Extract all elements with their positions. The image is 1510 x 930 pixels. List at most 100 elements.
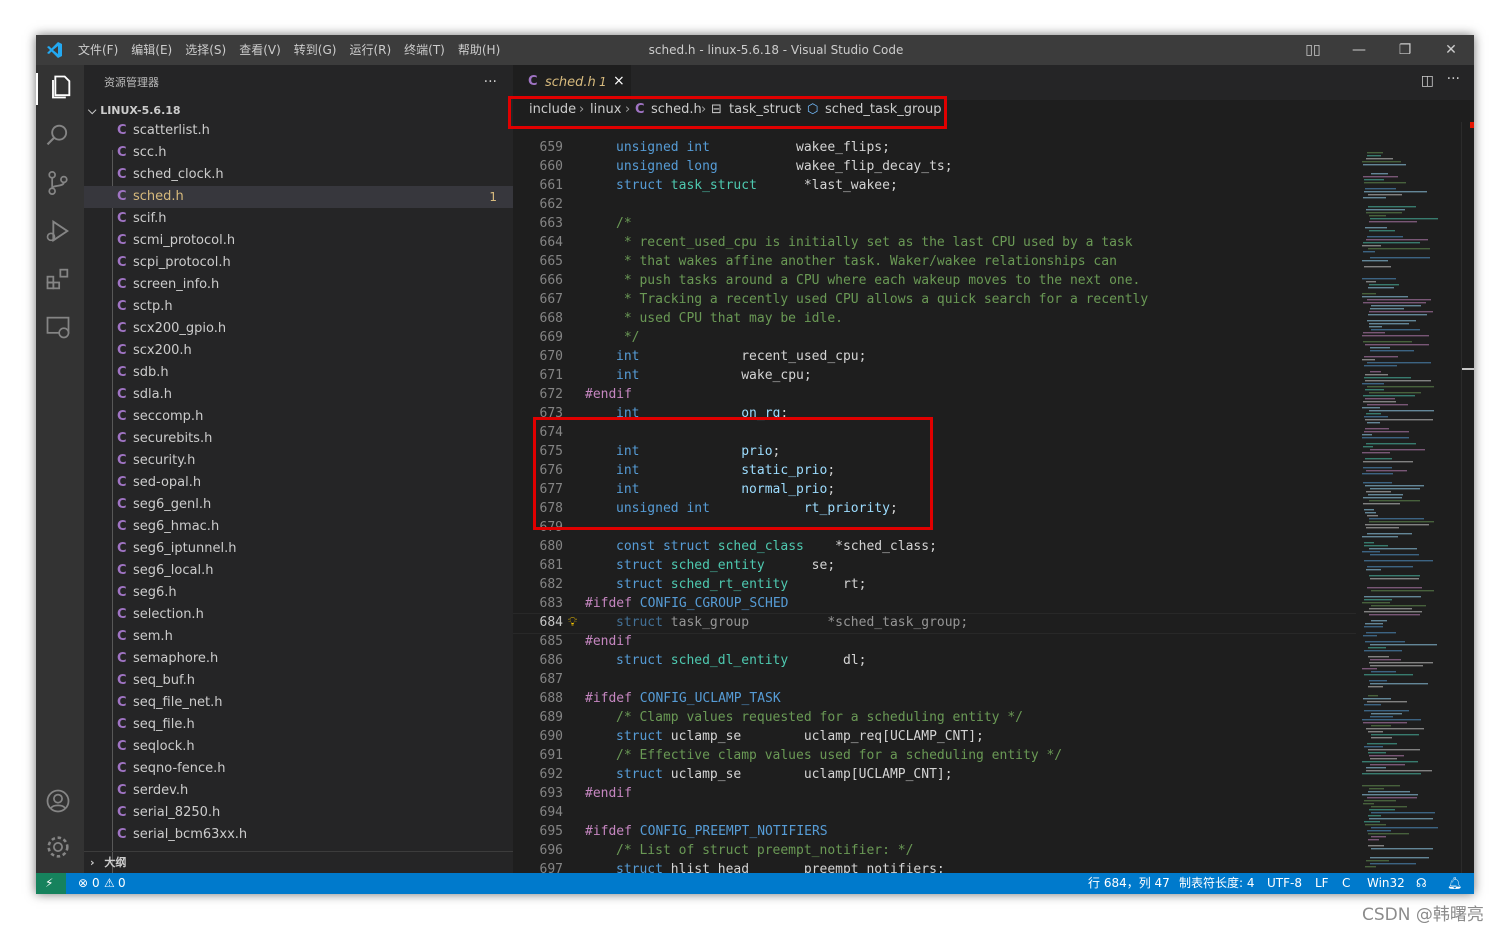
code-line[interactable]: 666 * push tasks around a CPU where each… xyxy=(513,271,1356,290)
end-of-line[interactable]: LF xyxy=(1315,873,1329,894)
search-icon[interactable] xyxy=(44,121,76,153)
file-item[interactable]: Cseq_buf.h xyxy=(84,670,513,692)
code-line[interactable]: 661 struct task_struct *last_wakee; xyxy=(513,176,1356,195)
file-item[interactable]: Cseccomp.h xyxy=(84,406,513,428)
extensions-icon[interactable] xyxy=(44,265,76,297)
code-line[interactable]: 695 #ifdef CONFIG_PREEMPT_NOTIFIERS xyxy=(513,822,1356,841)
menu-edit[interactable]: 编辑(E) xyxy=(131,35,179,65)
file-item[interactable]: Cscx200_gpio.h xyxy=(84,318,513,340)
file-item[interactable]: Csdb.h xyxy=(84,362,513,384)
code-line[interactable]: 688 #ifdef CONFIG_UCLAMP_TASK xyxy=(513,689,1356,708)
code-line[interactable]: 683 #ifdef CONFIG_CGROUP_SCHED xyxy=(513,594,1356,613)
code-line[interactable]: 667 * Tracking a recently used CPU allow… xyxy=(513,290,1356,309)
file-item[interactable]: Csctp.h xyxy=(84,296,513,318)
code-line[interactable]: 681 struct sched_entity se; xyxy=(513,556,1356,575)
file-item[interactable]: Cseg6_hmac.h xyxy=(84,516,513,538)
code-line[interactable]: 670 int recent_used_cpu; xyxy=(513,347,1356,366)
code-line[interactable]: 662 xyxy=(513,195,1356,214)
file-item[interactable]: Csed-opal.h xyxy=(84,472,513,494)
run-debug-icon[interactable] xyxy=(44,217,76,249)
file-item[interactable]: Cseqlock.h xyxy=(84,736,513,758)
layout-toggle-icon[interactable]: ▯▯ xyxy=(1290,35,1336,65)
code-line[interactable]: 689 /* Clamp values requested for a sched… xyxy=(513,708,1356,727)
file-item[interactable]: Cscpi_protocol.h xyxy=(84,252,513,274)
menu-selection[interactable]: 选择(S) xyxy=(185,35,233,65)
file-item[interactable]: Cseg6_local.h xyxy=(84,560,513,582)
error-icon[interactable]: ⊗ xyxy=(78,873,88,894)
outline-section[interactable]: › 大纲 xyxy=(84,851,513,874)
close-window-button[interactable]: ✕ xyxy=(1428,35,1474,65)
explorer-icon[interactable] xyxy=(36,73,78,105)
file-item[interactable]: Cscreen_info.h xyxy=(84,274,513,296)
menu-help[interactable]: 帮助(H) xyxy=(458,35,507,65)
code-line[interactable]: 691 /* Effective clamp values used for a … xyxy=(513,746,1356,765)
settings-gear-icon[interactable] xyxy=(44,833,76,865)
file-item[interactable]: Csecurity.h xyxy=(84,450,513,472)
platform[interactable]: Win32 xyxy=(1367,873,1405,894)
notifications-bell-icon[interactable]: 🔔︎ xyxy=(1447,873,1462,894)
file-item[interactable]: Cscatterlist.h xyxy=(84,120,513,142)
code-line[interactable]: 687 xyxy=(513,670,1356,689)
code-line[interactable]: 668 * used CPU that may be idle. xyxy=(513,309,1356,328)
file-item[interactable]: Cserial_bcm63xx.h xyxy=(84,824,513,846)
file-item[interactable]: Cserdev.h xyxy=(84,780,513,802)
minimize-button[interactable]: — xyxy=(1336,35,1382,65)
file-item[interactable]: Csched_clock.h xyxy=(84,164,513,186)
encoding[interactable]: UTF-8 xyxy=(1267,873,1302,894)
code-line[interactable]: 697 struct hlist_head preempt_notifiers; xyxy=(513,860,1356,873)
file-item[interactable]: Cseq_file_net.h xyxy=(84,692,513,714)
workspace-root-folder[interactable]: ⌵ LINUX-5.6.18 xyxy=(88,100,181,122)
menu-go[interactable]: 转到(G) xyxy=(294,35,344,65)
cursor-position[interactable]: 行 684，列 47 xyxy=(1088,873,1170,894)
code-line[interactable]: 696 /* List of struct preempt_notifier: *… xyxy=(513,841,1356,860)
file-item[interactable]: Cseg6.h xyxy=(84,582,513,604)
remote-indicator[interactable]: ⚡ xyxy=(36,873,66,894)
menu-terminal[interactable]: 终端(T) xyxy=(404,35,452,65)
menu-run[interactable]: 运行(R) xyxy=(349,35,398,65)
file-item[interactable]: Csemaphore.h xyxy=(84,648,513,670)
tab-sched-h[interactable]: C sched.h 1 × xyxy=(513,65,631,100)
code-line[interactable]: 682 struct sched_rt_entity rt; xyxy=(513,575,1356,594)
remote-explorer-icon[interactable] xyxy=(44,313,76,345)
code-line[interactable]: 686 struct sched_dl_entity dl; xyxy=(513,651,1356,670)
explorer-more-actions[interactable]: ··· xyxy=(484,65,497,100)
code-line[interactable]: 692 struct uclamp_se uclamp[UCLAMP_CNT]; xyxy=(513,765,1356,784)
file-item[interactable]: Cseg6_iptunnel.h xyxy=(84,538,513,560)
code-line[interactable]: 665 * that wakes affine another task. Wa… xyxy=(513,252,1356,271)
error-count[interactable]: 0 xyxy=(92,873,100,894)
menu-file[interactable]: 文件(F) xyxy=(78,35,125,65)
warning-icon[interactable]: ⚠ xyxy=(104,873,115,894)
code-line[interactable]: 690 struct uclamp_se uclamp_req[UCLAMP_CN… xyxy=(513,727,1356,746)
restore-button[interactable]: ❐ xyxy=(1382,35,1428,65)
lightbulb-icon[interactable]: 💡︎ xyxy=(568,613,577,632)
file-item[interactable]: Cselection.h xyxy=(84,604,513,626)
editor-more-actions-icon[interactable]: ··· xyxy=(1447,71,1460,87)
code-line[interactable]: 680 const struct sched_class *sched_class… xyxy=(513,537,1356,556)
code-line[interactable]: 693 #endif xyxy=(513,784,1356,803)
source-control-icon[interactable] xyxy=(44,169,76,201)
code-line[interactable]: 660 unsigned long wakee_flip_decay_ts; xyxy=(513,157,1356,176)
file-item[interactable]: Cscif.h xyxy=(84,208,513,230)
language-mode[interactable]: C xyxy=(1342,873,1350,894)
file-item[interactable]: Csecurebits.h xyxy=(84,428,513,450)
file-item[interactable]: Cscc.h xyxy=(84,142,513,164)
file-item[interactable]: Csched.h 1 xyxy=(84,186,513,208)
file-item[interactable]: Csdla.h xyxy=(84,384,513,406)
split-editor-icon[interactable]: ◫ xyxy=(1421,73,1434,89)
tab-close-icon[interactable]: × xyxy=(613,73,625,89)
code-line[interactable]: 669 */ xyxy=(513,328,1356,347)
file-item[interactable]: Cscx200.h xyxy=(84,340,513,362)
vertical-scrollbar[interactable] xyxy=(1461,122,1474,873)
file-item[interactable]: Csem.h xyxy=(84,626,513,648)
file-item[interactable]: Cserial_8250.h xyxy=(84,802,513,824)
file-item[interactable]: Cscmi_protocol.h xyxy=(84,230,513,252)
warning-count[interactable]: 0 xyxy=(118,873,126,894)
indentation[interactable]: 制表符长度: 4 xyxy=(1179,873,1255,894)
file-item[interactable]: Cseqno-fence.h xyxy=(84,758,513,780)
file-item[interactable]: Cseg6_genl.h xyxy=(84,494,513,516)
code-line[interactable]: 694 xyxy=(513,803,1356,822)
code-line[interactable]: 684 💡︎ struct task_group *sched_task_group… xyxy=(513,613,1356,632)
account-icon[interactable] xyxy=(44,787,76,819)
code-line[interactable]: 659 unsigned int wakee_flips; xyxy=(513,138,1356,157)
code-line[interactable]: 664 * recent_used_cpu is initially set a… xyxy=(513,233,1356,252)
